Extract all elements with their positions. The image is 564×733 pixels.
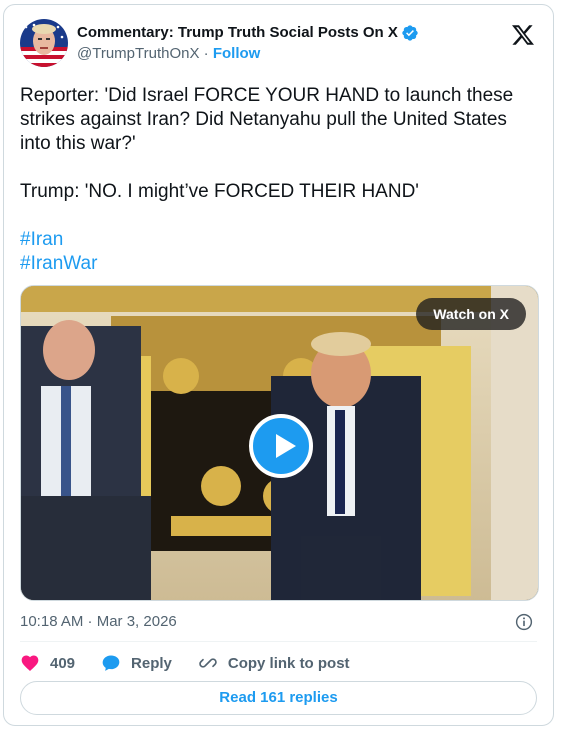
hashtag-iran[interactable]: #Iran bbox=[20, 228, 540, 252]
author-handle[interactable]: @TrumpTruthOnX bbox=[77, 45, 199, 62]
info-icon[interactable] bbox=[515, 613, 533, 631]
reply-button[interactable]: Reply bbox=[101, 653, 172, 673]
follow-link[interactable]: Follow bbox=[213, 45, 261, 62]
video-player[interactable]: Watch on X bbox=[20, 285, 539, 601]
read-replies-button[interactable]: Read 161 replies bbox=[20, 681, 537, 715]
post-timestamp[interactable]: 10:18 AM · Mar 3, 2026 bbox=[20, 612, 177, 632]
like-button[interactable]: 409 bbox=[20, 653, 75, 673]
play-button-icon[interactable] bbox=[249, 414, 313, 478]
post-text-reporter: Reporter: 'Did Israel FORCE YOUR HAND to… bbox=[20, 85, 514, 154]
reply-bubble-icon bbox=[102, 655, 120, 671]
link-icon bbox=[199, 658, 217, 668]
verified-badge-icon bbox=[402, 25, 418, 41]
copy-link-label: Copy link to post bbox=[227, 654, 350, 672]
x-logo-icon[interactable] bbox=[511, 23, 535, 47]
handle-separator: · bbox=[203, 45, 209, 62]
like-count: 409 bbox=[50, 654, 76, 672]
embedded-post-card: Commentary: Trump Truth Social Posts On … bbox=[3, 4, 554, 726]
post-body: Reporter: 'Did Israel FORCE YOUR HAND to… bbox=[20, 84, 540, 276]
heart-icon bbox=[21, 655, 39, 671]
author-avatar[interactable] bbox=[20, 19, 68, 67]
author-info: Commentary: Trump Truth Social Posts On … bbox=[77, 23, 419, 64]
action-bar: 409 Reply Copy link to post bbox=[20, 651, 376, 675]
watch-on-x-button[interactable]: Watch on X bbox=[416, 298, 526, 330]
copy-link-button[interactable]: Copy link to post bbox=[198, 653, 350, 673]
post-header: Commentary: Trump Truth Social Posts On … bbox=[20, 19, 537, 71]
post-text-trump: Trump: 'NO. I might’ve FORCED THEIR HAND… bbox=[20, 181, 419, 202]
divider bbox=[20, 641, 537, 642]
reply-label: Reply bbox=[131, 654, 172, 672]
author-display-name[interactable]: Commentary: Trump Truth Social Posts On … bbox=[77, 23, 398, 43]
hashtag-iranwar[interactable]: #IranWar bbox=[20, 252, 540, 276]
